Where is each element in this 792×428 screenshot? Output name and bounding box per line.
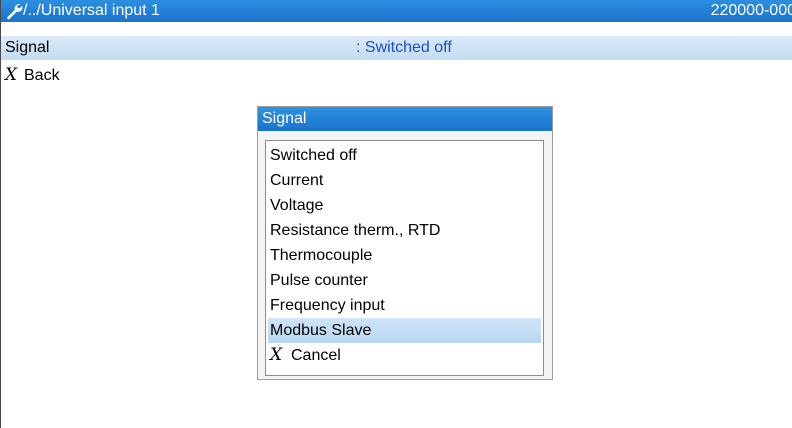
option-thermocouple[interactable]: Thermocouple bbox=[268, 243, 541, 268]
signal-setting-row[interactable]: Signal : Switched off bbox=[1, 36, 792, 60]
back-label: Back bbox=[24, 67, 60, 84]
x-icon: X bbox=[5, 65, 18, 85]
screen: /../Universal input 1 220000-000 Signal … bbox=[0, 0, 792, 428]
dialog-title: Signal bbox=[262, 110, 307, 127]
title-bar: /../Universal input 1 220000-000 bbox=[1, 0, 792, 22]
signal-options-list: Switched off Current Voltage Resistance … bbox=[265, 140, 544, 376]
cancel-label: Cancel bbox=[291, 347, 341, 364]
x-icon: X bbox=[270, 345, 283, 365]
signal-label: Signal bbox=[5, 39, 50, 56]
breadcrumb-path: /../Universal input 1 bbox=[23, 2, 160, 19]
back-button[interactable]: X Back bbox=[1, 63, 60, 87]
dialog-header: Signal bbox=[258, 107, 552, 131]
cancel-button[interactable]: X Cancel bbox=[268, 343, 541, 368]
wrench-icon bbox=[7, 4, 23, 20]
option-resistance-therm-rtd[interactable]: Resistance therm., RTD bbox=[268, 218, 541, 243]
device-id: 220000-000 bbox=[710, 2, 792, 19]
option-modbus-slave[interactable]: Modbus Slave bbox=[268, 318, 541, 343]
option-switched-off[interactable]: Switched off bbox=[268, 143, 541, 168]
option-pulse-counter[interactable]: Pulse counter bbox=[268, 268, 541, 293]
option-voltage[interactable]: Voltage bbox=[268, 193, 541, 218]
signal-value: : Switched off bbox=[356, 39, 452, 56]
signal-dialog: Signal Switched off Current Voltage Resi… bbox=[257, 106, 553, 380]
option-frequency-input[interactable]: Frequency input bbox=[268, 293, 541, 318]
option-current[interactable]: Current bbox=[268, 168, 541, 193]
